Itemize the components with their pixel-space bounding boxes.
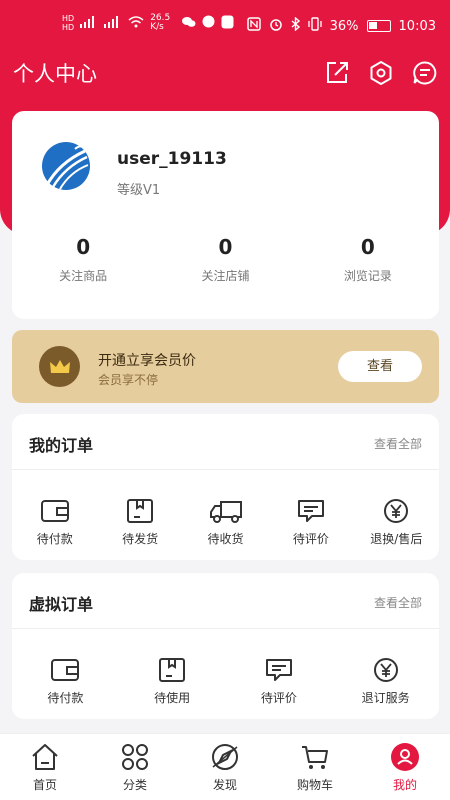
nfc-icon [246,17,261,35]
stat-value: 0 [76,235,91,259]
user-icon [391,743,419,771]
order-pending-receipt[interactable]: 待收货 [183,498,268,547]
order-label: 待评价 [292,532,329,546]
stat-label: 浏览记录 [343,269,392,283]
network-speed: 26.5 K/s [150,13,171,32]
wechat-icon [182,16,196,31]
orders-view-all[interactable]: 查看全部 [374,435,422,452]
virtual-pending-review[interactable]: 待评价 [226,657,333,706]
compass-icon [212,744,238,770]
cart-icon [302,746,328,769]
message-icon[interactable] [412,60,438,86]
order-label: 待付款 [47,691,84,705]
shield-icon [221,15,234,32]
order-label: 待付款 [36,532,73,546]
vip-view-button[interactable]: 查看 [338,351,422,382]
battery-percent: 36% [329,18,359,34]
stat-followed-products[interactable]: 0 关注商品 [12,235,154,284]
profile-card: user_19113 等级V1 0 关注商品 0 关注店铺 0 浏览记录 [12,111,439,319]
box-icon [127,499,154,523]
vip-title: 开通立享会员价 [98,353,196,369]
signal-icon [80,15,98,31]
order-pending-shipment[interactable]: 待发货 [97,498,182,547]
hd-icon: HD HD [62,14,75,32]
tab-cart[interactable]: 购物车 [270,734,360,800]
tab-label: 首页 [32,778,57,792]
app-notify-icon [202,15,215,31]
signal-icon-2 [104,15,122,31]
stat-label: 关注店铺 [201,269,250,283]
alarm-icon [269,17,283,35]
yen-icon [373,658,398,682]
comment-icon [297,500,324,522]
wifi-icon [128,15,144,31]
virtual-orders-title: 虚拟订单 [29,595,94,614]
order-pending-payment[interactable]: 待付款 [12,498,97,547]
tab-label: 分类 [122,778,147,792]
my-orders-card: 我的订单 查看全部 待付款 待发货 待收货 待评价 退换/售后 [12,414,439,560]
divider [12,628,439,629]
order-label: 退换/售后 [370,532,423,546]
clock: 10:03 [398,18,436,34]
home-icon [32,744,58,770]
tab-label: 购物车 [296,778,333,792]
vip-subtitle: 会员享不停 [98,373,159,387]
order-label: 退订服务 [361,691,410,705]
order-label: 待评价 [260,691,297,705]
battery-icon [366,20,391,32]
orders-row: 待付款 待发货 待收货 待评价 退换/售后 [12,498,439,547]
grid-icon [122,744,148,770]
order-label: 待使用 [154,691,191,705]
tab-category[interactable]: 分类 [90,734,180,800]
status-bar: HD HD 26.5 K/s 36% 10:03 [0,0,450,52]
stat-value: 0 [360,235,375,259]
stat-label: 关注商品 [59,269,108,283]
orders-title: 我的订单 [29,436,94,455]
user-level: 等级V1 [117,183,161,198]
virtual-pending-use[interactable]: 待使用 [119,657,226,706]
status-left: HD HD 26.5 K/s [62,14,234,32]
virtual-orders-card: 虚拟订单 查看全部 待付款 待使用 待评价 退订服务 [12,573,439,719]
vip-banner: 开通立享会员价 会员享不停 查看 [12,330,439,403]
stat-followed-shops[interactable]: 0 关注店铺 [154,235,296,284]
tab-mine[interactable]: 我的 [360,734,450,800]
box-icon [159,658,186,682]
yen-icon [384,499,409,523]
virtual-pending-payment[interactable]: 待付款 [12,657,119,706]
tab-label: 发现 [212,778,237,792]
comment-icon [265,659,292,681]
order-label: 待收货 [207,532,244,546]
stat-browse-history[interactable]: 0 浏览记录 [297,235,439,284]
truck-icon [209,501,242,523]
tab-label: 我的 [392,778,417,792]
page-title: 个人中心 [13,62,97,86]
settings-icon[interactable] [368,60,394,86]
wallet-icon [40,500,69,522]
edit-icon[interactable] [324,60,350,86]
order-pending-review[interactable]: 待评价 [268,498,353,547]
username: user_19113 [117,149,227,169]
crown-icon [39,346,80,387]
stat-value: 0 [218,235,233,259]
bluetooth-icon [291,16,300,35]
bottom-tab-bar: 首页 分类 发现 购物车 我的 [0,733,450,800]
tab-home[interactable]: 首页 [0,734,90,800]
vibrate-icon [307,17,322,35]
wallet-icon [51,659,80,681]
tab-discover[interactable]: 发现 [180,734,270,800]
virtual-refund-service[interactable]: 退订服务 [332,657,439,706]
status-right: 36% 10:03 [246,16,436,35]
avatar[interactable] [41,141,91,191]
header-actions [324,60,438,86]
stats-row: 0 关注商品 0 关注店铺 0 浏览记录 [12,235,439,284]
order-label: 待发货 [122,532,159,546]
order-after-sales[interactable]: 退换/售后 [354,498,439,547]
title-bar: 个人中心 [0,52,450,96]
virtual-orders-row: 待付款 待使用 待评价 退订服务 [12,657,439,706]
divider [12,469,439,470]
virtual-orders-view-all[interactable]: 查看全部 [374,594,422,611]
